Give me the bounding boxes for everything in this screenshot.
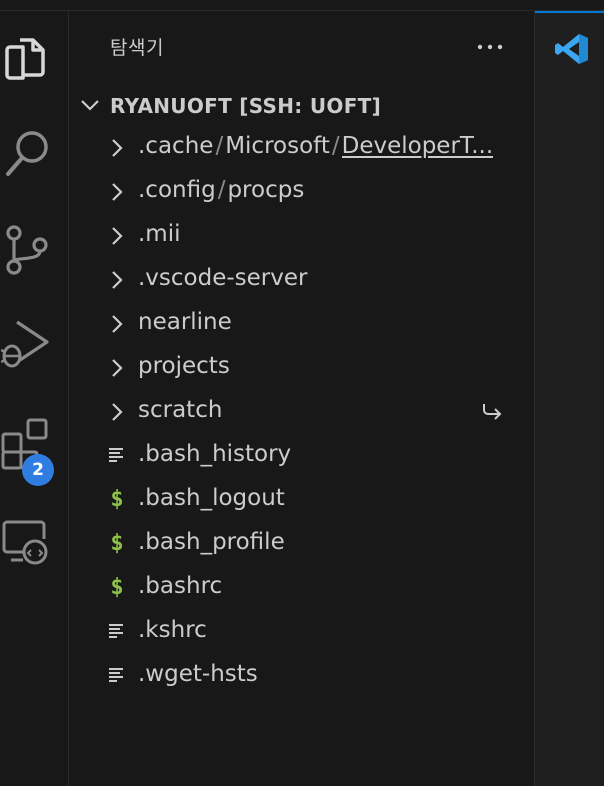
activity-source-control[interactable] — [0, 223, 54, 277]
activity-explorer[interactable] — [0, 31, 54, 85]
tree-folder-row[interactable]: .vscode-server — [69, 258, 534, 302]
tree-item-label: .bash_history — [138, 441, 292, 467]
tree-item-label: projects — [138, 353, 230, 379]
path-segment[interactable]: .config — [138, 177, 216, 203]
shell-dollar-icon: $ — [110, 531, 124, 556]
tree-file-row[interactable]: .kshrc — [69, 610, 534, 654]
tree-folder-row[interactable]: .cache/Microsoft/DeveloperT... — [69, 126, 534, 170]
path-separator: / — [215, 133, 224, 159]
lines-file-icon — [105, 444, 129, 468]
tree-file-row[interactable]: .bash_history — [69, 434, 534, 478]
extensions-badge: 2 — [22, 454, 54, 486]
tree-item-label: .wget-hsts — [138, 661, 258, 687]
tree-item-label: .config/procps — [138, 177, 304, 203]
tree-folder-row[interactable]: projects — [69, 346, 534, 390]
activity-bar: 2 — [0, 11, 69, 786]
lines-file-icon — [105, 620, 129, 644]
tree-file-row[interactable]: $ .bash_profile — [69, 522, 534, 566]
editor-tab-strip[interactable] — [535, 11, 604, 83]
tree-file-row[interactable]: .wget-hsts — [69, 654, 534, 698]
more-actions-button[interactable] — [475, 33, 505, 61]
chevron-right-icon — [105, 400, 129, 424]
files-icon — [5, 38, 45, 80]
chevron-right-icon — [105, 180, 129, 204]
vscode-logo-icon — [555, 34, 588, 64]
tree-folder-row[interactable]: .mii — [69, 214, 534, 258]
tree-item-label: .bash_logout — [138, 485, 285, 511]
chevron-right-icon — [105, 224, 129, 248]
tree-item-label: nearline — [138, 309, 232, 335]
symlink-arrow-icon — [483, 404, 502, 420]
activity-run-debug[interactable] — [0, 317, 54, 371]
activity-search[interactable] — [0, 127, 54, 181]
shell-dollar-icon: $ — [110, 487, 124, 512]
search-icon — [6, 131, 48, 176]
tree-item-label: scratch — [138, 397, 223, 423]
editor-area — [535, 11, 604, 786]
activity-remote-explorer[interactable] — [0, 513, 54, 567]
path-segment[interactable]: .cache — [138, 133, 213, 159]
tree-file-row[interactable]: $ .bash_logout — [69, 478, 534, 522]
ellipsis-icon — [477, 44, 503, 50]
path-separator: / — [331, 133, 340, 159]
path-separator: / — [217, 177, 226, 203]
source-control-icon — [6, 225, 48, 275]
chevron-down-icon — [81, 100, 99, 111]
chevron-right-icon — [105, 356, 129, 380]
chevron-right-icon — [105, 312, 129, 336]
explorer-sidebar: 탐색기 RYANUOFT [SSH: UOFT] .cache/Microsof… — [69, 11, 535, 786]
tree-item-label: .bashrc — [138, 573, 223, 599]
tree-folder-row[interactable]: .config/procps — [69, 170, 534, 214]
path-segment[interactable]: Microsoft — [225, 133, 330, 159]
sidebar-title: 탐색기 — [110, 37, 164, 59]
shell-dollar-icon: $ — [110, 575, 124, 600]
lines-file-icon — [105, 664, 129, 688]
tree-item-label: .mii — [138, 221, 181, 247]
chevron-right-icon — [105, 136, 129, 160]
remote-explorer-icon — [2, 520, 48, 565]
tree-file-row[interactable]: $ .bashrc — [69, 566, 534, 610]
window-top-edge — [0, 0, 604, 11]
tree-item-label: .vscode-server — [138, 265, 308, 291]
tree-folder-row[interactable]: scratch — [69, 390, 534, 434]
workspace-header[interactable]: RYANUOFT [SSH: UOFT] — [69, 91, 534, 121]
path-segment[interactable]: procps — [227, 177, 304, 203]
tree-item-label: .cache/Microsoft/DeveloperT... — [138, 133, 493, 159]
chevron-right-icon — [105, 268, 129, 292]
tree-item-label: .kshrc — [138, 617, 207, 643]
tree-item-label: .bash_profile — [138, 529, 285, 555]
tree-folder-row[interactable]: nearline — [69, 302, 534, 346]
run-debug-icon — [1, 320, 49, 368]
path-segment[interactable]: DeveloperT... — [342, 133, 494, 159]
workspace-title: RYANUOFT [SSH: UOFT] — [110, 94, 382, 118]
